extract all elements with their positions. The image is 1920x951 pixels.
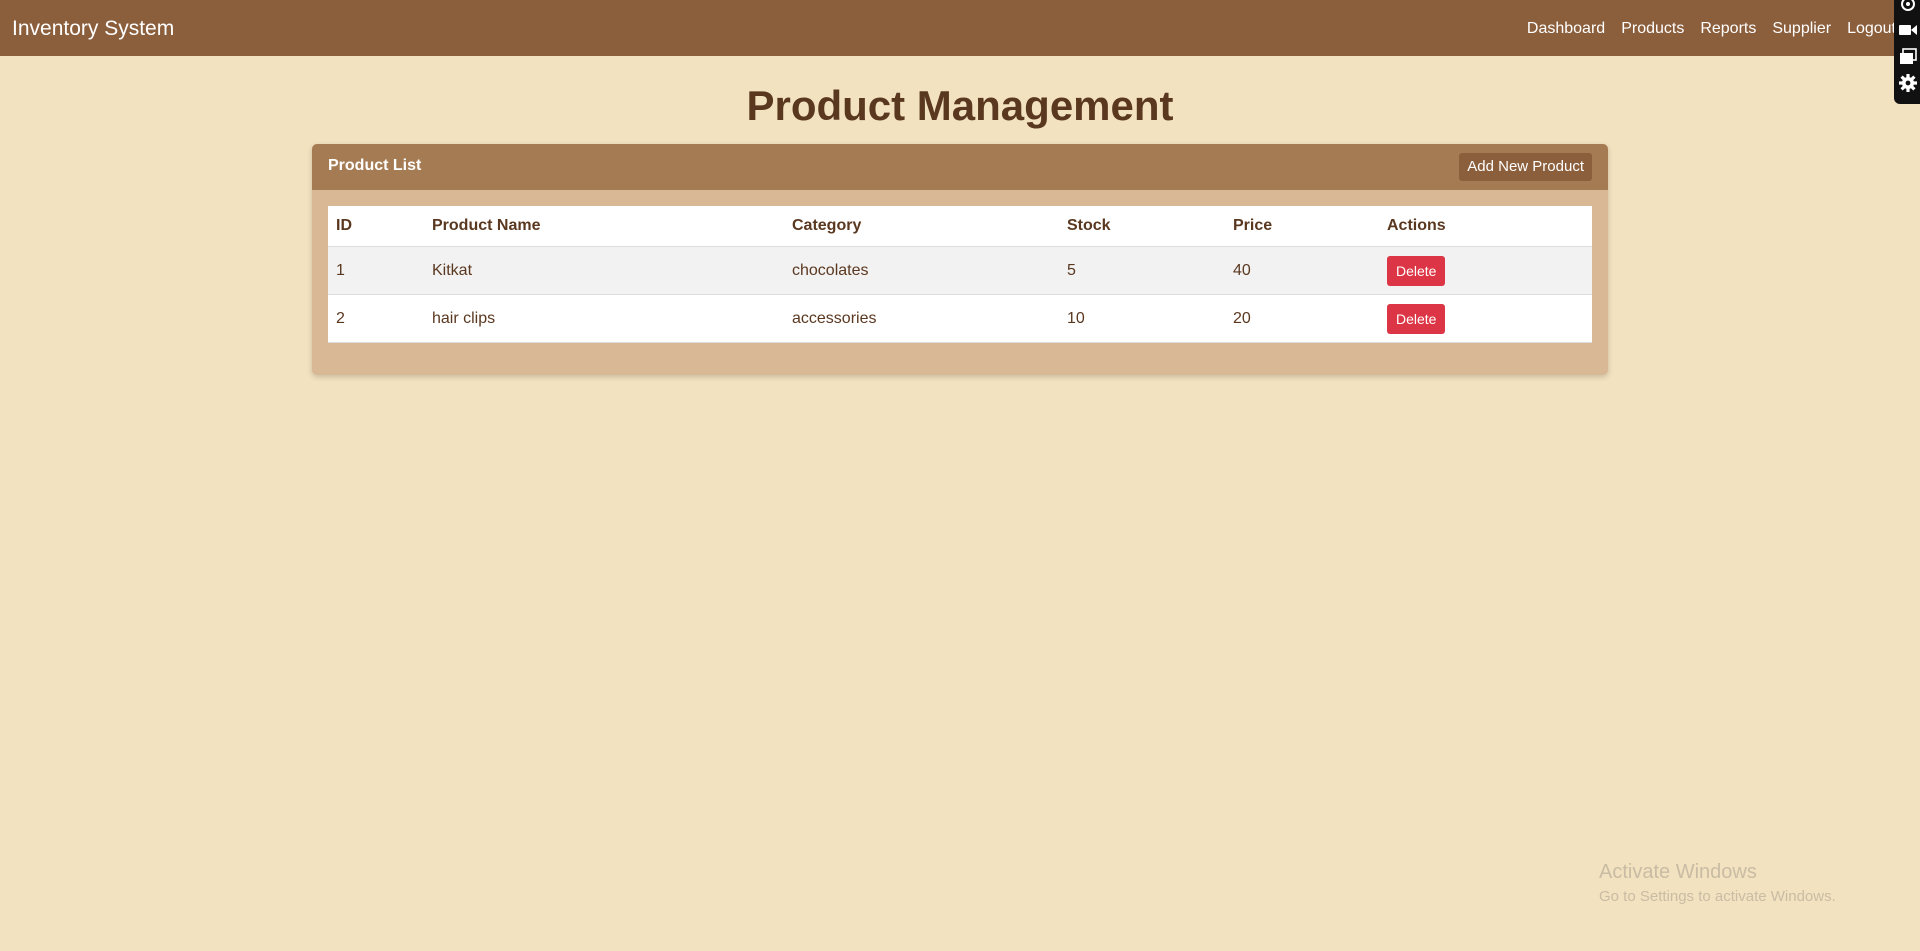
nav-links: Dashboard Products Reports Supplier Logo… (1511, 19, 1896, 39)
record-icon[interactable] (1898, 0, 1918, 14)
cell-category: accessories (784, 294, 1059, 343)
column-header-category: Category (784, 206, 1059, 247)
cell-price: 20 (1225, 294, 1379, 343)
delete-button[interactable]: Delete (1387, 255, 1446, 286)
nav-link-supplier[interactable]: Supplier (1772, 19, 1831, 39)
column-header-product-name: Product Name (424, 206, 784, 247)
nav-link-logout[interactable]: Logout (1847, 19, 1896, 39)
product-list-card: Product List Add New Product ID Product … (312, 144, 1608, 375)
cell-id: 2 (328, 294, 424, 343)
nav-link-products[interactable]: Products (1621, 19, 1684, 39)
add-new-product-button[interactable]: Add New Product (1459, 153, 1592, 181)
cell-id: 1 (328, 246, 424, 295)
video-camera-icon[interactable] (1898, 20, 1918, 40)
app-brand[interactable]: Inventory System (12, 17, 174, 41)
cell-stock: 5 (1059, 246, 1225, 295)
card-header: Product List Add New Product (312, 144, 1608, 190)
page-title: Product Management (746, 82, 1174, 129)
cell-actions: Delete (1379, 246, 1592, 295)
nav-link-dashboard[interactable]: Dashboard (1527, 19, 1605, 39)
cell-product-name: hair clips (424, 294, 784, 343)
table-row: 1 Kitkat chocolates 5 40 Delete (328, 246, 1592, 295)
watermark-subtitle: Go to Settings to activate Windows. (1599, 888, 1836, 905)
column-header-price: Price (1225, 206, 1379, 247)
cell-price: 40 (1225, 246, 1379, 295)
windows-icon[interactable] (1898, 47, 1918, 67)
delete-button[interactable]: Delete (1387, 303, 1446, 334)
table-header-row: ID Product Name Category Stock Price Act… (328, 206, 1592, 247)
cell-stock: 10 (1059, 294, 1225, 343)
table-row: 2 hair clips accessories 10 20 Delete (328, 294, 1592, 343)
cell-category: chocolates (784, 246, 1059, 295)
cell-actions: Delete (1379, 294, 1592, 343)
product-table: ID Product Name Category Stock Price Act… (328, 206, 1592, 343)
nav-link-reports[interactable]: Reports (1700, 19, 1756, 39)
column-header-actions: Actions (1379, 206, 1592, 247)
column-header-id: ID (328, 206, 424, 247)
watermark-title: Activate Windows (1599, 861, 1757, 883)
top-navbar: Inventory System Dashboard Products Repo… (0, 0, 1920, 56)
column-header-stock: Stock (1059, 206, 1225, 247)
cell-product-name: Kitkat (424, 246, 784, 295)
activate-windows-watermark: Activate Windows Go to Settings to activ… (1599, 860, 1836, 906)
card-title: Product List (328, 157, 422, 174)
